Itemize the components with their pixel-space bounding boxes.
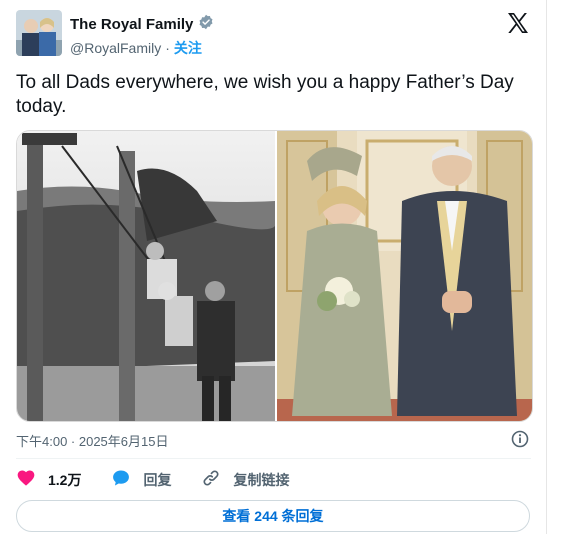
reply-button[interactable]: 回复 (111, 468, 171, 491)
follow-button[interactable]: 关注 (174, 38, 202, 58)
divider (16, 458, 531, 459)
tweet-timestamp[interactable]: 下午4:00 · 2025年6月15日 (16, 431, 168, 450)
author-name-row: The Royal Family (70, 14, 214, 35)
verified-badge-icon (198, 14, 214, 35)
info-icon[interactable] (511, 430, 529, 448)
author-handle-row: @RoyalFamily · 关注 (70, 38, 202, 58)
photo-swing[interactable] (17, 131, 275, 421)
copy-link-button[interactable]: 复制链接 (201, 468, 289, 491)
tweet-card: The Royal Family @RoyalFamily · 关注 To al… (0, 0, 547, 534)
avatar[interactable] (16, 10, 62, 56)
link-icon (201, 468, 221, 491)
reply-bubble-icon (111, 468, 131, 491)
x-logo-icon[interactable] (506, 11, 530, 35)
separator-dot: · (165, 40, 170, 56)
tweet-media[interactable] (16, 130, 533, 422)
heart-icon (16, 468, 36, 491)
view-replies-button[interactable]: 查看 244 条回复 (16, 500, 530, 532)
author-handle[interactable]: @RoyalFamily (70, 40, 161, 56)
like-count: 1.2万 (48, 471, 82, 488)
photo-wedding[interactable] (277, 131, 532, 421)
reply-label: 回复 (143, 471, 172, 488)
like-button[interactable]: 1.2万 (16, 468, 81, 491)
tweet-text: To all Dads everywhere, we wish you a ha… (16, 72, 514, 117)
copy-link-label: 复制链接 (233, 471, 290, 488)
action-bar: 1.2万 回复 复制链接 (16, 468, 319, 491)
author-name[interactable]: The Royal Family (70, 16, 193, 33)
